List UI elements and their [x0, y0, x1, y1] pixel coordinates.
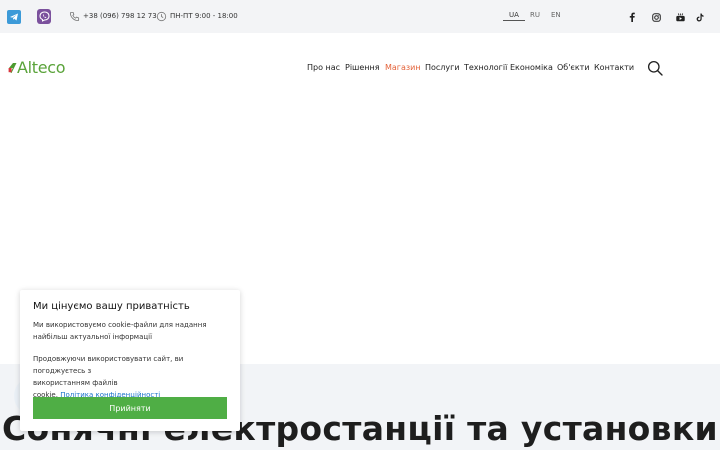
cookie-title: Ми цінуємо вашу приватність — [33, 301, 190, 312]
nav-solutions[interactable]: Рішення — [345, 63, 380, 72]
nav-shop[interactable]: Магазин — [385, 63, 421, 72]
lang-ua-link[interactable]: UA — [503, 11, 525, 21]
cookie-consent-dialog: Ми цінуємо вашу приватність Ми використо… — [20, 290, 240, 431]
viber-icon[interactable] — [37, 9, 51, 24]
lang-ru-link[interactable]: RU — [530, 11, 540, 19]
cookie-text-1-line-1: Ми використовуємо cookie-файли для надан… — [33, 321, 207, 329]
nav-economics[interactable]: Економіка — [510, 63, 553, 72]
nav-technologies[interactable]: Технології — [464, 63, 507, 72]
instagram-icon[interactable] — [651, 12, 661, 22]
cookie-text-2-line-2: використанням файлів — [33, 379, 118, 387]
search-icon[interactable] — [647, 60, 663, 76]
lang-en-link[interactable]: EN — [551, 11, 561, 19]
logo-icon — [8, 63, 17, 73]
nav-contacts[interactable]: Контакти — [594, 63, 634, 72]
facebook-icon[interactable] — [627, 12, 637, 22]
cookie-text-1-line-2: найбільш актуальної інформації — [33, 333, 153, 341]
nav-about[interactable]: Про нас — [307, 63, 340, 72]
nav-services[interactable]: Послуги — [425, 63, 460, 72]
youtube-icon[interactable] — [675, 12, 685, 22]
tiktok-icon[interactable] — [695, 12, 705, 22]
nav-projects[interactable]: Об'єкти — [557, 63, 590, 72]
phone-icon — [69, 11, 80, 22]
clock-icon — [156, 11, 167, 22]
phone-number[interactable]: +38 (096) 798 12 73 — [83, 12, 157, 20]
accept-cookies-button[interactable]: Прийняти — [33, 397, 227, 419]
site-logo[interactable]: Alteco — [8, 58, 66, 77]
cookie-text-1: Ми використовуємо cookie-файли для надан… — [33, 319, 233, 343]
top-bar: +38 (096) 798 12 73 ПН-ПТ 9:00 - 18:00 U… — [0, 0, 720, 33]
working-hours: ПН-ПТ 9:00 - 18:00 — [170, 12, 238, 20]
logo-text: Alteco — [17, 58, 66, 77]
cookie-text-2-line-1: Продовжуючи використовувати сайт, ви пог… — [33, 355, 184, 375]
cookie-text-2: Продовжуючи використовувати сайт, ви пог… — [33, 353, 233, 401]
telegram-icon[interactable] — [7, 10, 21, 24]
